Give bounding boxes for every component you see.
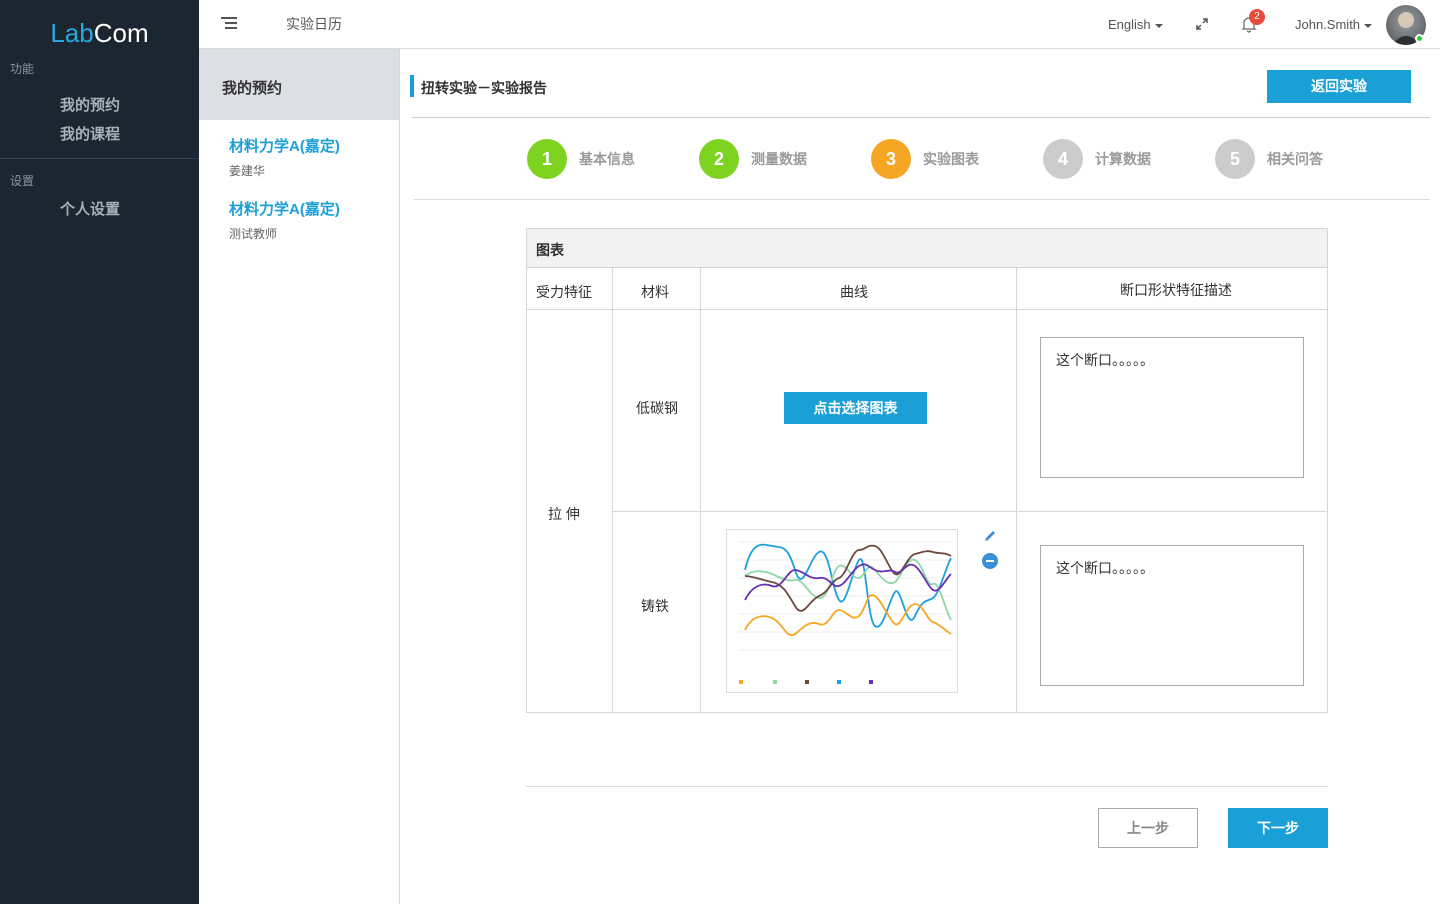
sidebar-item-personal-settings[interactable]: 个人设置 [60, 198, 120, 219]
chart-thumbnail[interactable] [726, 529, 958, 693]
prev-step-button[interactable]: 上一步 [1098, 808, 1198, 848]
step-label: 相关问答 [1267, 151, 1323, 167]
sidebar-item-my-reservations[interactable]: 我的预约 [60, 94, 120, 115]
step-label: 计算数据 [1095, 151, 1151, 167]
course-title[interactable]: 材料力学A(嘉定) [229, 198, 340, 219]
remove-icon[interactable] [982, 553, 998, 569]
step-label: 基本信息 [579, 151, 635, 167]
step-related-qa[interactable]: 5 相关问答 [1215, 139, 1323, 179]
step-number: 2 [699, 139, 739, 179]
user-menu[interactable]: John.Smith [1295, 17, 1373, 32]
back-to-experiment-button[interactable]: 返回实验 [1267, 70, 1411, 103]
step-number: 1 [527, 139, 567, 179]
step-calculation-data[interactable]: 4 计算数据 [1043, 139, 1151, 179]
material-name: 低碳钢 [636, 400, 678, 416]
page-title: 扭转实验－实验报告 [421, 80, 547, 96]
sidebar-divider [0, 158, 199, 159]
next-step-button[interactable]: 下一步 [1228, 808, 1328, 848]
step-number: 3 [871, 139, 911, 179]
calendar-link[interactable]: 实验日历 [286, 14, 342, 34]
panel-header: 我的预约 [199, 49, 399, 120]
step-number: 5 [1215, 139, 1255, 179]
select-chart-button[interactable]: 点击选择图表 [784, 392, 927, 424]
course-item[interactable]: 材料力学A(嘉定) 姜建华 [229, 135, 340, 179]
chart-table: 图表 受力特征 材料 曲线 断口形状特征描述 拉 伸 低碳钢 点击选择图表 这个… [526, 228, 1328, 713]
language-dropdown[interactable]: English [1108, 17, 1163, 32]
sidebar: LabCom 功能 我的预约 我的课程 设置 个人设置 [0, 0, 199, 904]
chevron-down-icon [1364, 23, 1373, 28]
section-label-function: 功能 [10, 62, 35, 76]
course-teacher: 测试教师 [229, 227, 278, 241]
description-textarea[interactable]: 这个断口。。。。。 [1040, 337, 1304, 478]
online-status-dot [1415, 34, 1424, 43]
column-header: 材料 [641, 284, 669, 300]
column-header: 曲线 [840, 284, 868, 300]
step-experiment-charts[interactable]: 3 实验图表 [871, 139, 979, 179]
title-accent-bar [410, 75, 414, 97]
divider [526, 786, 1328, 787]
top-bar: 实验日历 English 2 John.Smith [199, 0, 1440, 49]
fullscreen-icon[interactable] [1195, 17, 1209, 31]
chevron-down-icon [1154, 23, 1163, 28]
step-number: 4 [1043, 139, 1083, 179]
course-teacher: 姜建华 [229, 164, 266, 178]
menu-toggle-icon[interactable] [221, 17, 237, 31]
course-item[interactable]: 材料力学A(嘉定) 测试教师 [229, 198, 340, 242]
material-name: 铸铁 [641, 598, 669, 614]
step-label: 实验图表 [923, 151, 979, 167]
column-header: 断口形状特征描述 [1120, 282, 1232, 298]
force-type: 拉 伸 [548, 506, 580, 522]
divider [412, 117, 1430, 118]
notification-badge: 2 [1249, 9, 1265, 25]
pencil-icon[interactable] [983, 529, 997, 543]
reservation-panel: 我的预约 材料力学A(嘉定) 姜建华 材料力学A(嘉定) 测试教师 [199, 49, 400, 904]
column-header: 受力特征 [536, 284, 592, 300]
course-title[interactable]: 材料力学A(嘉定) [229, 135, 340, 156]
step-measurement-data[interactable]: 2 测量数据 [699, 139, 807, 179]
description-textarea[interactable]: 这个断口。。。。。 [1040, 545, 1304, 686]
divider [414, 199, 1430, 200]
step-basic-info[interactable]: 1 基本信息 [527, 139, 635, 179]
section-label-settings: 设置 [10, 174, 35, 188]
table-caption: 图表 [527, 229, 1327, 268]
step-label: 测量数据 [751, 151, 807, 167]
sidebar-item-my-courses[interactable]: 我的课程 [60, 123, 120, 144]
app-logo[interactable]: LabCom [0, 18, 199, 49]
